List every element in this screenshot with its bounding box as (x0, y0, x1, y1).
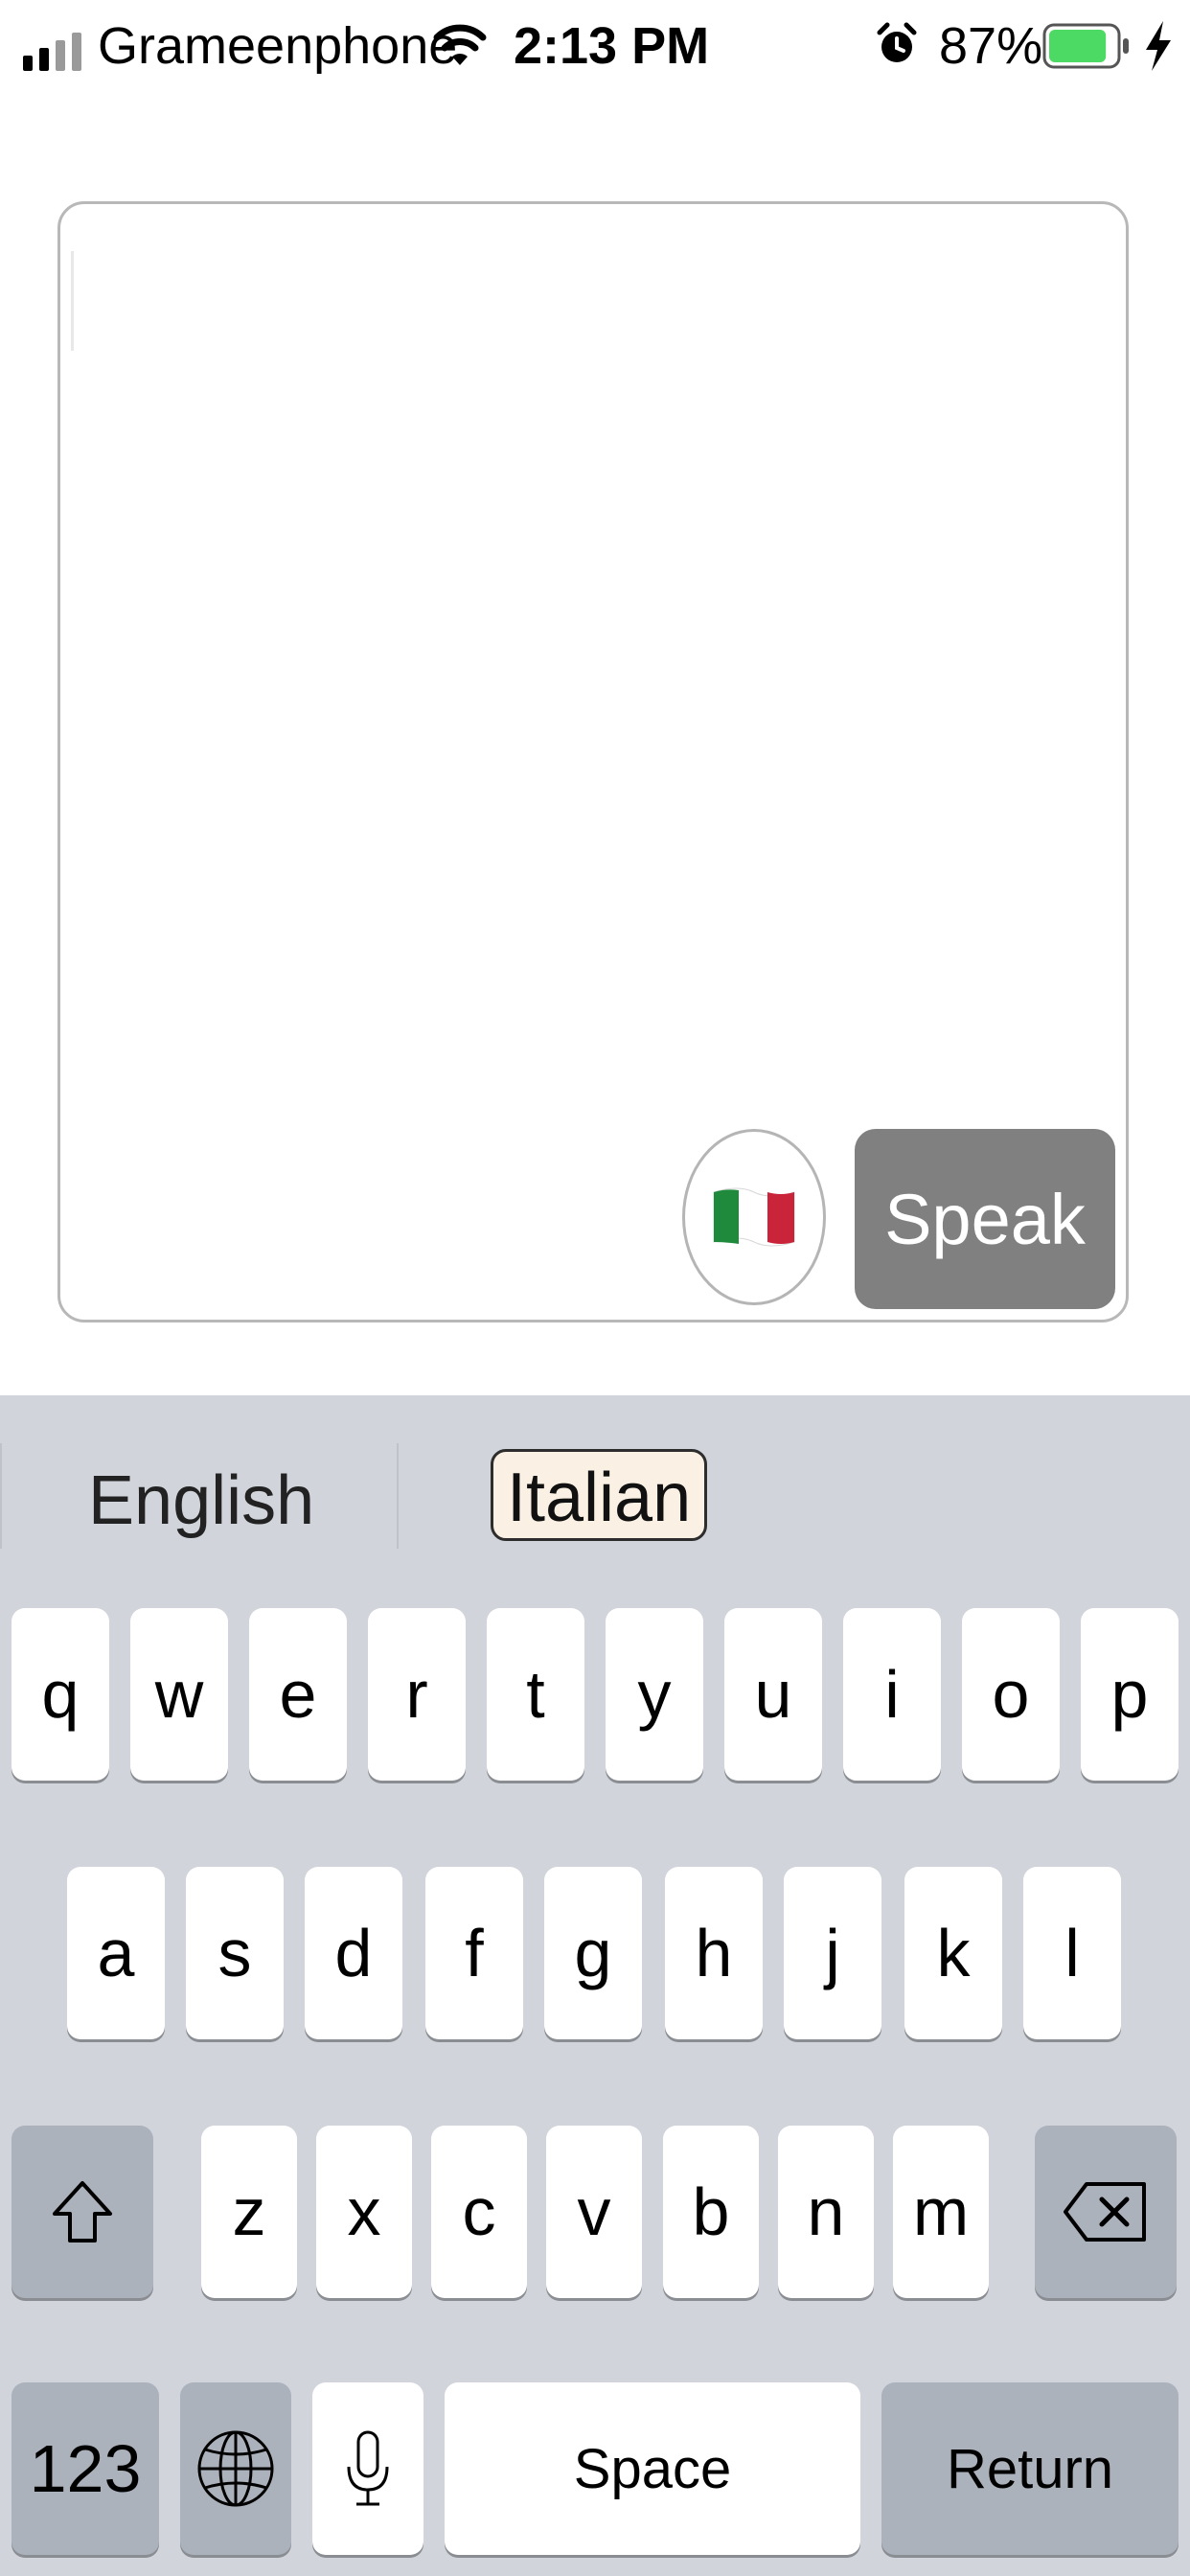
backspace-key[interactable] (1035, 2126, 1177, 2298)
italy-flag-icon (713, 1187, 795, 1247)
key-m[interactable]: m (893, 2126, 989, 2298)
key-y[interactable]: y (606, 1608, 703, 1781)
key-j[interactable]: j (784, 1867, 881, 2039)
key-g[interactable]: g (544, 1867, 642, 2039)
battery-percent: 87% (939, 17, 1043, 75)
space-key[interactable]: Space (445, 2382, 860, 2555)
key-k[interactable]: k (904, 1867, 1002, 2039)
prediction-bar: English Italian (0, 1395, 1190, 1602)
key-e[interactable]: e (249, 1608, 347, 1781)
keyboard: English Italian q w e r t y u i o p a s … (0, 1395, 1190, 2576)
dictation-key[interactable] (312, 2382, 423, 2555)
return-key[interactable]: Return (881, 2382, 1179, 2555)
key-b[interactable]: b (663, 2126, 759, 2298)
key-l[interactable]: l (1023, 1867, 1121, 2039)
key-a[interactable]: a (67, 1867, 165, 2039)
speak-button[interactable]: Speak (855, 1129, 1115, 1309)
key-n[interactable]: n (778, 2126, 874, 2298)
numbers-key[interactable]: 123 (11, 2382, 159, 2555)
shift-icon (53, 2181, 112, 2242)
prediction-italian-selected[interactable]: Italian (491, 1449, 708, 1541)
globe-key[interactable] (180, 2382, 291, 2555)
key-t[interactable]: t (487, 1608, 584, 1781)
battery-icon (1042, 23, 1129, 69)
prediction-english[interactable]: English (88, 1453, 314, 1549)
backspace-icon (1064, 2182, 1146, 2242)
charging-bolt-icon (1146, 21, 1171, 71)
carrier-name: Grameenphone (98, 17, 458, 75)
shift-key[interactable] (11, 2126, 153, 2298)
prediction-divider (0, 1443, 2, 1549)
key-v[interactable]: v (546, 2126, 642, 2298)
language-flag-button[interactable] (682, 1129, 826, 1305)
key-x[interactable]: x (316, 2126, 412, 2298)
key-o[interactable]: o (962, 1608, 1060, 1781)
key-r[interactable]: r (368, 1608, 466, 1781)
key-i[interactable]: i (843, 1608, 941, 1781)
wifi-icon (433, 24, 487, 65)
alarm-icon (877, 22, 917, 62)
key-p[interactable]: p (1081, 1608, 1179, 1781)
key-d[interactable]: d (305, 1867, 402, 2039)
signal-icon (23, 33, 81, 71)
status-bar: Grameenphone 2:13 PM 87% (0, 0, 1190, 96)
key-f[interactable]: f (425, 1867, 523, 2039)
key-h[interactable]: h (665, 1867, 763, 2039)
text-cursor (71, 251, 74, 351)
microphone-icon (347, 2430, 389, 2506)
key-c[interactable]: c (431, 2126, 527, 2298)
prediction-divider (397, 1443, 399, 1549)
status-time: 2:13 PM (514, 17, 710, 75)
key-q[interactable]: q (11, 1608, 109, 1781)
globe-icon (197, 2430, 274, 2507)
key-s[interactable]: s (186, 1867, 284, 2039)
key-z[interactable]: z (201, 2126, 297, 2298)
key-u[interactable]: u (724, 1608, 822, 1781)
key-w[interactable]: w (130, 1608, 228, 1781)
